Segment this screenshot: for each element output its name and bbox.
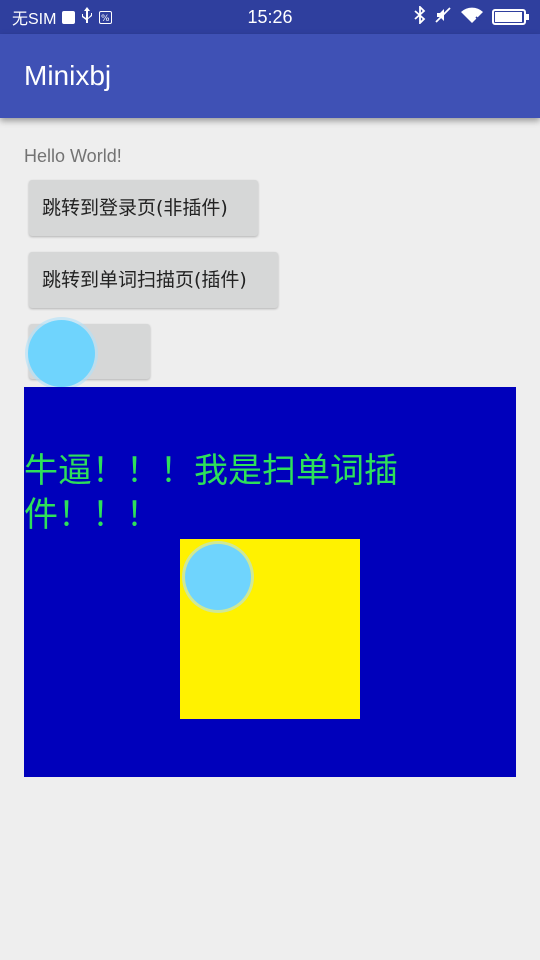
plugin-panel: 牛逼！！！我是扫单词插件！！！ — [24, 387, 516, 777]
bluetooth-icon — [414, 4, 426, 29]
battery-icon — [492, 9, 529, 25]
wifi-icon — [460, 6, 484, 29]
floating-ball[interactable] — [185, 544, 251, 610]
word-scan-page-button[interactable]: 跳转到单词扫描页(插件) — [29, 252, 278, 308]
status-bar: 无SIM % 15:26 — [0, 0, 540, 34]
app-bar: Minixbj — [0, 34, 540, 118]
mute-icon — [434, 6, 452, 29]
status-right — [414, 4, 529, 29]
app-title: Minixbj — [24, 60, 112, 91]
floating-ball[interactable] — [28, 320, 95, 387]
battery-level — [495, 12, 522, 22]
plugin-message: 牛逼！！！我是扫单词插件！！！ — [24, 451, 398, 535]
hello-text: Hello World! — [24, 146, 122, 166]
login-page-button[interactable]: 跳转到登录页(非插件) — [29, 180, 258, 236]
app-screen: 无SIM % 15:26 Minixbj Hello World! 跳转到登录页… — [0, 0, 540, 960]
